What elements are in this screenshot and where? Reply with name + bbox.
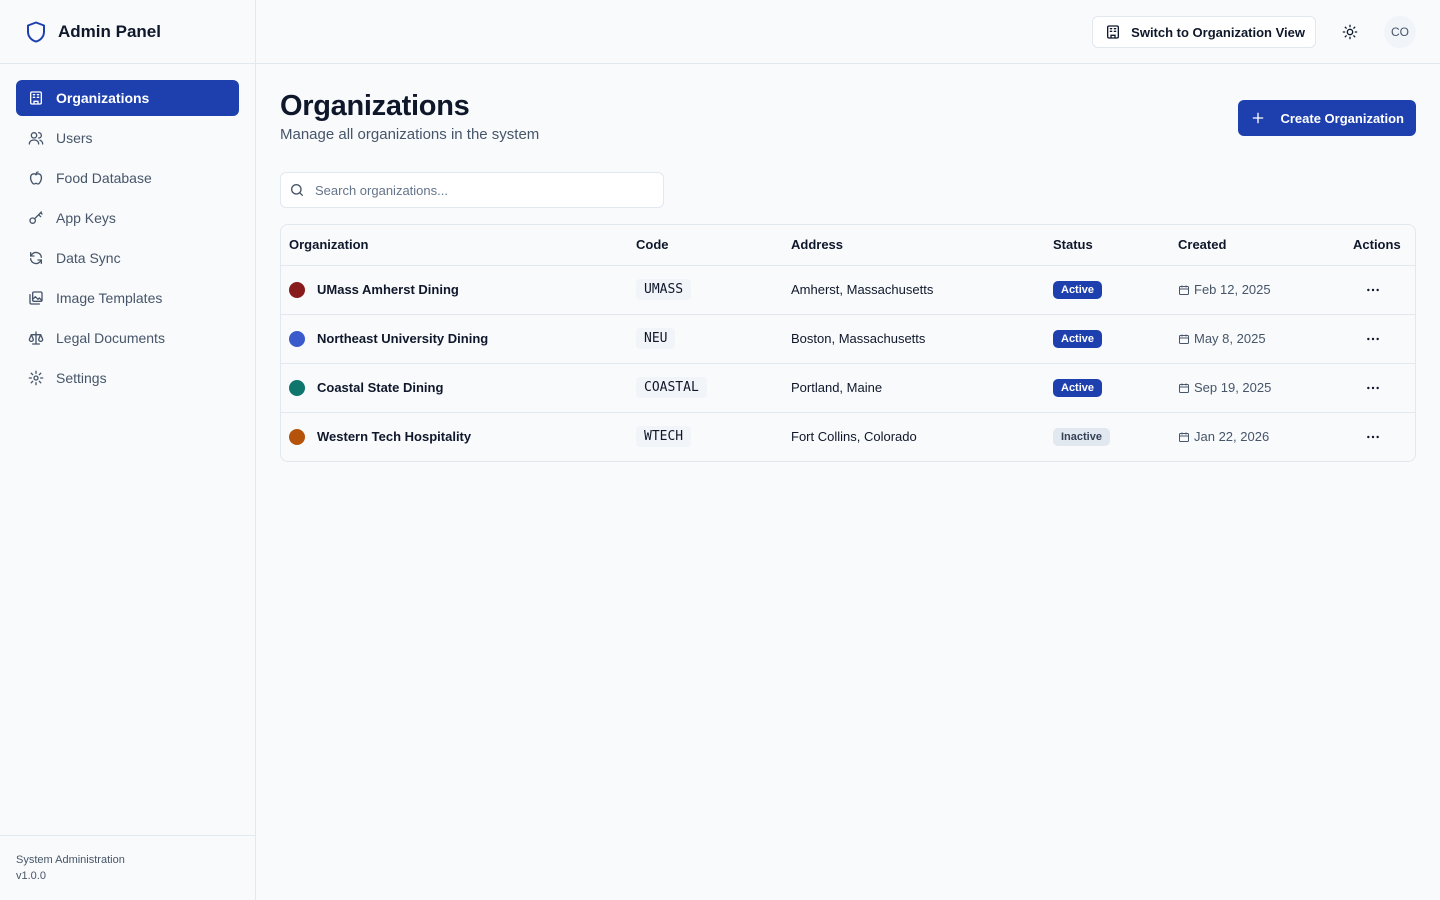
sidebar-nav: Organizations Users Food Database App Ke… [0, 64, 255, 412]
sidebar-item-label: Image Templates [56, 290, 163, 306]
sun-icon [1342, 24, 1358, 40]
sidebar-item-label: Organizations [56, 90, 150, 106]
main-content: Organizations Manage all organizations i… [280, 88, 1416, 462]
status-badge: Active [1053, 329, 1103, 348]
search-icon [291, 184, 303, 196]
avatar[interactable]: CO [1384, 16, 1416, 48]
sidebar-item-label: Settings [56, 370, 107, 386]
status-badge: Inactive [1053, 427, 1110, 446]
row-actions-button[interactable] [1357, 421, 1389, 453]
column-header-actions: Actions [1345, 225, 1415, 266]
org-name: UMass Amherst Dining [317, 282, 459, 297]
table-row[interactable]: Northeast University Dining NEU Boston, … [281, 314, 1415, 364]
sidebar-item-legal-documents[interactable]: Legal Documents [16, 320, 239, 356]
org-address: Boston, Massachusetts [783, 314, 1045, 364]
column-header-organization: Organization [281, 225, 628, 266]
sidebar-item-label: Food Database [56, 170, 152, 186]
calendar-icon [1179, 383, 1189, 393]
organizations-table: Organization Code Address Status Created… [280, 224, 1416, 462]
created-date: Sep 19, 2025 [1194, 380, 1272, 395]
sidebar: Admin Panel Organizations Users Food Dat… [0, 0, 256, 900]
sidebar-item-users[interactable]: Users [16, 120, 239, 156]
org-color-dot [289, 379, 305, 396]
sidebar-item-app-keys[interactable]: App Keys [16, 200, 239, 236]
org-name: Western Tech Hospitality [317, 429, 472, 445]
gear-icon [28, 370, 44, 386]
table-row[interactable]: Western Tech Hospitality WTECH Fort Coll… [281, 412, 1415, 461]
org-color-dot [289, 428, 305, 445]
org-address: Amherst, Massachusetts [783, 265, 1045, 315]
brand[interactable]: Admin Panel [0, 0, 255, 64]
scale-icon [28, 331, 44, 345]
status-badge: Active [1053, 280, 1103, 299]
row-actions-button[interactable] [1357, 372, 1389, 404]
table-header-row: Organization Code Address Status Created… [281, 225, 1415, 266]
table-row[interactable]: Coastal State Dining COASTAL Portland, M… [281, 363, 1415, 413]
org-code: WTECH [636, 426, 692, 448]
org-color-dot [289, 330, 305, 347]
column-header-created: Created [1170, 225, 1345, 266]
created-date: May 8, 2025 [1194, 331, 1266, 346]
more-horizontal-icon [1367, 435, 1379, 438]
column-header-code: Code [628, 225, 783, 266]
table-row[interactable]: UMass Amherst Dining UMASS Amherst, Mass… [281, 265, 1415, 315]
calendar-icon [1179, 334, 1189, 344]
sidebar-item-food-database[interactable]: Food Database [16, 160, 239, 196]
more-horizontal-icon [1367, 337, 1379, 340]
building-icon [1107, 25, 1120, 39]
org-name: Coastal State Dining [317, 380, 444, 395]
org-code: UMASS [636, 279, 692, 300]
sidebar-item-label: Data Sync [56, 250, 121, 266]
sidebar-item-settings[interactable]: Settings [16, 360, 239, 396]
more-horizontal-icon [1367, 288, 1379, 291]
column-header-status: Status [1045, 225, 1170, 266]
org-code: NEU [636, 328, 676, 349]
more-horizontal-icon [1367, 386, 1379, 389]
org-address: Portland, Maine [783, 363, 1045, 413]
images-icon [29, 291, 43, 305]
created-date: Jan 22, 2026 [1194, 429, 1270, 445]
switch-view-label: Switch to Organization View [1131, 24, 1305, 40]
org-name: Northeast University Dining [317, 331, 489, 346]
shield-icon [27, 21, 45, 42]
search-input[interactable] [315, 182, 655, 198]
users-icon [28, 132, 44, 145]
refresh-icon [30, 251, 42, 265]
sidebar-item-image-templates[interactable]: Image Templates [16, 280, 239, 316]
created-date: Feb 12, 2025 [1194, 282, 1271, 297]
apple-icon [29, 171, 43, 185]
brand-title: Admin Panel [58, 21, 161, 41]
create-organization-label: Create Organization [1280, 110, 1404, 126]
sidebar-item-organizations[interactable]: Organizations [16, 80, 239, 116]
sidebar-item-data-sync[interactable]: Data Sync [16, 240, 239, 276]
sidebar-item-label: Users [56, 130, 93, 146]
org-address: Fort Collins, Colorado [791, 429, 917, 445]
sidebar-item-label: App Keys [56, 210, 116, 226]
calendar-icon [1179, 432, 1189, 442]
column-header-address: Address [783, 225, 1045, 266]
org-code: COASTAL [636, 377, 707, 398]
calendar-icon [1179, 285, 1189, 295]
sidebar-footer: System Administration v1.0.0 [0, 835, 255, 900]
row-actions-button[interactable] [1357, 274, 1389, 306]
building-icon [30, 91, 42, 105]
plus-icon [1253, 112, 1264, 124]
footer-title: System Administration [16, 854, 125, 866]
switch-view-button[interactable]: Switch to Organization View [1092, 16, 1316, 48]
sidebar-item-label: Legal Documents [56, 330, 165, 346]
status-badge: Active [1053, 378, 1103, 397]
org-color-dot [289, 281, 305, 298]
key-icon [29, 211, 43, 224]
search-box [280, 172, 664, 208]
topbar: Switch to Organization View CO [256, 0, 1440, 64]
app-version: v1.0.0 [16, 870, 46, 882]
create-organization-button[interactable]: Create Organization [1238, 100, 1416, 136]
theme-toggle-button[interactable] [1336, 18, 1364, 46]
row-actions-button[interactable] [1357, 323, 1389, 355]
